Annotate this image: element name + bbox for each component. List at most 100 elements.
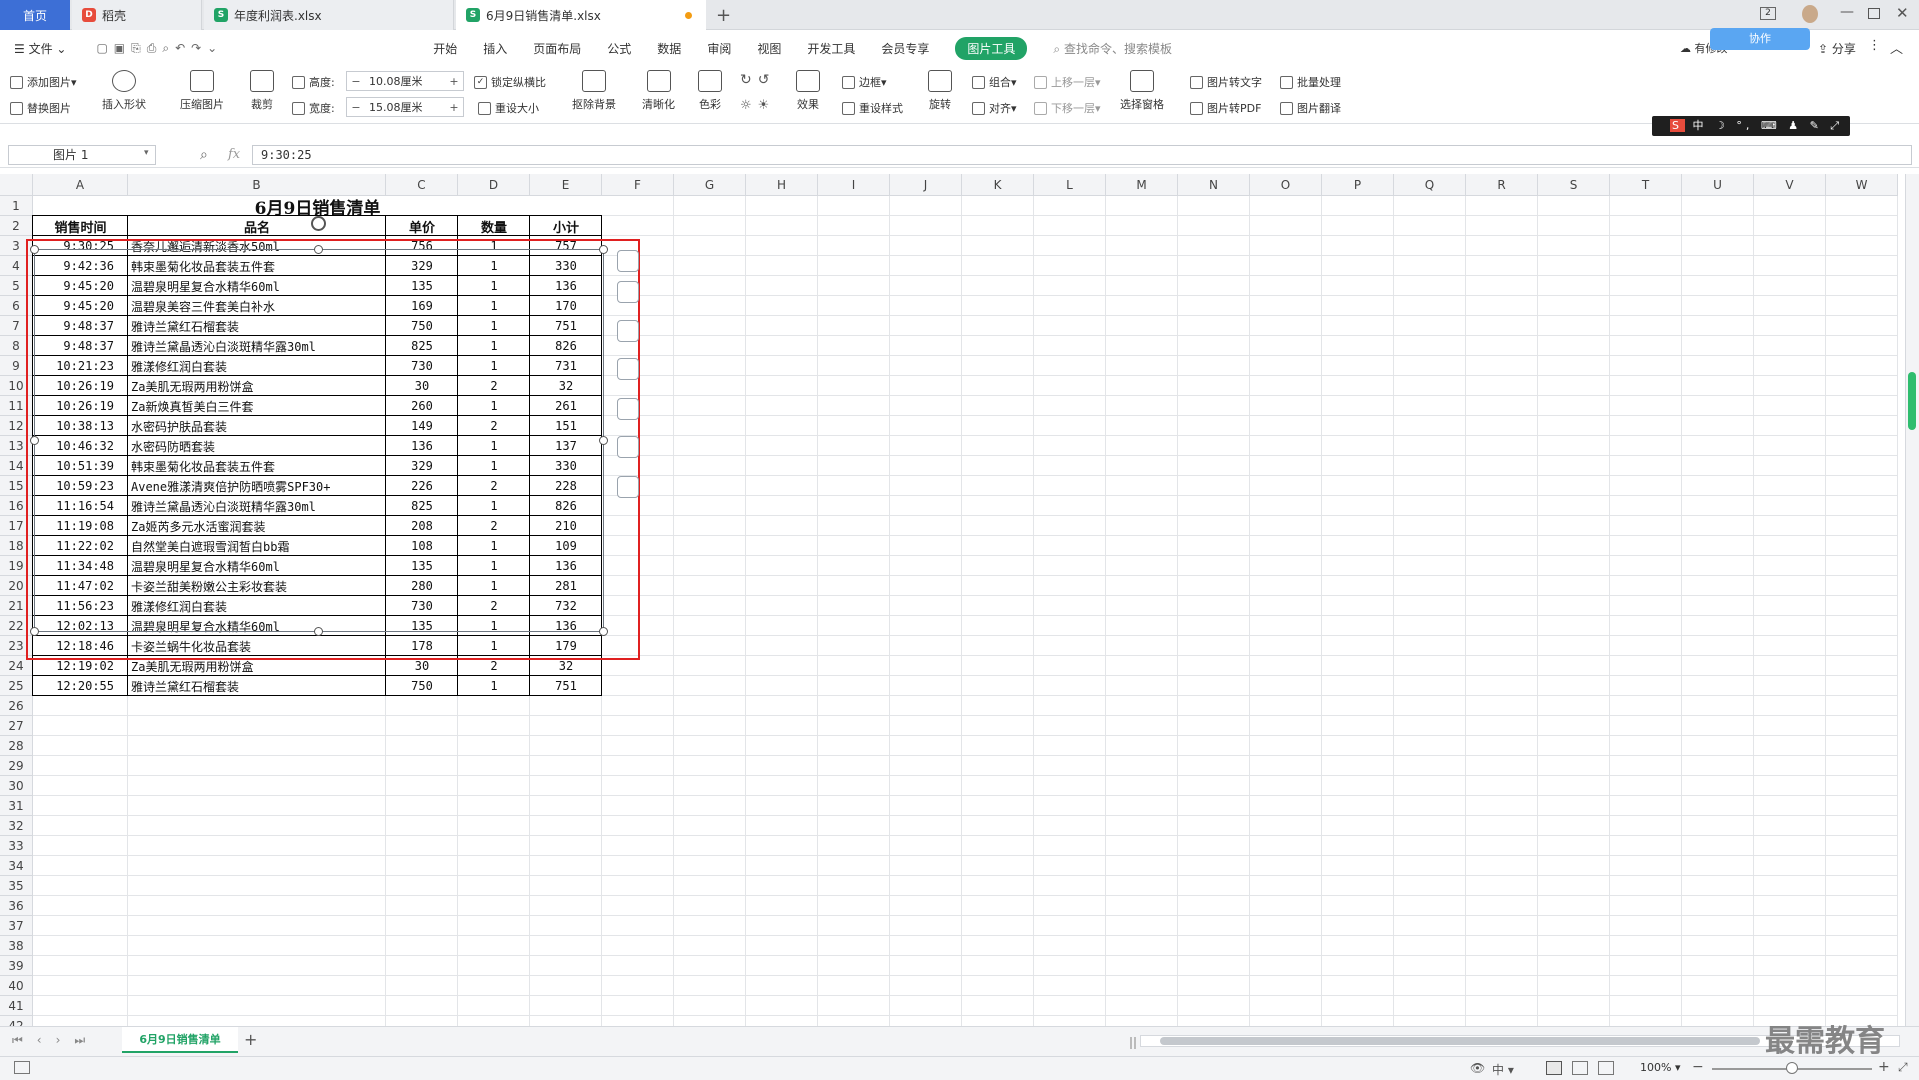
row-header[interactable]: 30: [0, 776, 33, 796]
table-cell[interactable]: 1: [458, 676, 530, 696]
row-header[interactable]: 38: [0, 936, 33, 956]
scrollbar-thumb[interactable]: [1908, 372, 1916, 430]
column-header[interactable]: T: [1610, 174, 1682, 196]
rotate-handle-icon[interactable]: [311, 216, 326, 231]
column-header[interactable]: O: [1250, 174, 1322, 196]
image-translate-button[interactable]: 图片翻译: [1280, 100, 1341, 116]
column-header[interactable]: F: [602, 174, 674, 196]
menu-formulas[interactable]: 公式: [607, 40, 631, 57]
row-header[interactable]: 25: [0, 676, 33, 696]
page-break-view-icon[interactable]: [1598, 1061, 1614, 1075]
row-header[interactable]: 42: [0, 1016, 33, 1026]
column-header[interactable]: C: [386, 174, 458, 196]
row-header[interactable]: 37: [0, 916, 33, 936]
search-command[interactable]: ⌕ 查找命令、搜索模板: [1053, 40, 1172, 57]
table-header-cell[interactable]: 品名: [128, 216, 386, 236]
menu-review[interactable]: 审阅: [707, 40, 731, 57]
table-cell[interactable]: 750: [386, 676, 458, 696]
selection-pane-button[interactable]: 选择窗格: [1120, 70, 1164, 112]
resize-handle[interactable]: [599, 436, 608, 445]
resize-handle[interactable]: [314, 245, 323, 254]
zoom-in-icon[interactable]: [617, 281, 639, 303]
table-cell[interactable]: 751: [530, 676, 602, 696]
normal-view-icon[interactable]: [1546, 1061, 1562, 1075]
row-header[interactable]: 26: [0, 696, 33, 716]
column-header[interactable]: R: [1466, 174, 1538, 196]
avatar[interactable]: [1802, 5, 1818, 23]
menu-member[interactable]: 会员专享: [881, 40, 929, 57]
brightness-icons[interactable]: ☼☀: [740, 98, 775, 113]
column-header[interactable]: H: [746, 174, 818, 196]
menu-picture-tools[interactable]: 图片工具: [955, 36, 1028, 60]
column-header[interactable]: K: [962, 174, 1034, 196]
image-to-text-side-icon[interactable]: [617, 398, 639, 420]
column-header[interactable]: U: [1682, 174, 1754, 196]
row-header[interactable]: 36: [0, 896, 33, 916]
resize-handle[interactable]: [30, 245, 39, 254]
zoom-out-button[interactable]: −: [1692, 1059, 1704, 1075]
vertical-scrollbar[interactable]: [1905, 174, 1919, 1026]
fullscreen-icon[interactable]: ⤢: [1898, 1060, 1908, 1075]
zoom-out-icon[interactable]: [617, 250, 639, 272]
column-header[interactable]: J: [890, 174, 962, 196]
column-header[interactable]: P: [1322, 174, 1394, 196]
view-eye-icon[interactable]: 👁: [1470, 1061, 1485, 1075]
macro-icon[interactable]: [14, 1061, 30, 1074]
window-count-icon[interactable]: 2: [1760, 7, 1776, 20]
sheet-title[interactable]: 6月9日销售清单: [33, 196, 602, 216]
column-header[interactable]: B: [128, 174, 386, 196]
resize-handle[interactable]: [599, 245, 608, 254]
collab-badge[interactable]: 协作: [1710, 28, 1810, 50]
name-box[interactable]: 图片 1: [8, 145, 156, 165]
page-layout-view-icon[interactable]: [1572, 1061, 1588, 1075]
image-to-text-button[interactable]: 图片转文字: [1190, 74, 1262, 90]
chevron-down-icon[interactable]: ▾: [144, 148, 149, 158]
resize-handle[interactable]: [30, 436, 39, 445]
border-button[interactable]: 边框 ▾: [842, 74, 887, 90]
height-stepper[interactable]: −10.08厘米 +: [346, 71, 464, 91]
width-stepper[interactable]: −15.08厘米 +: [346, 97, 464, 117]
rotate-button[interactable]: 旋转: [928, 70, 952, 112]
crop-button[interactable]: 裁剪: [250, 70, 274, 112]
image-to-pdf-button[interactable]: 图片转PDF: [1190, 100, 1261, 116]
row-header[interactable]: 32: [0, 816, 33, 836]
collapse-ribbon-icon[interactable]: ︿: [1890, 38, 1903, 57]
reset-size-button[interactable]: 重设大小: [478, 100, 539, 116]
resize-handle[interactable]: [314, 627, 323, 636]
column-header[interactable]: L: [1034, 174, 1106, 196]
zoom-slider-thumb[interactable]: [1786, 1062, 1798, 1074]
insert-shape-button[interactable]: 插入形状: [102, 70, 146, 112]
restore-icon[interactable]: [1868, 8, 1880, 19]
menu-developer[interactable]: 开发工具: [807, 40, 855, 57]
column-header[interactable]: N: [1178, 174, 1250, 196]
row-header[interactable]: 2: [0, 216, 33, 236]
table-header-cell[interactable]: 小计: [530, 216, 602, 236]
send-backward-button[interactable]: 下移一层 ▾: [1034, 100, 1101, 116]
column-header[interactable]: Q: [1394, 174, 1466, 196]
row-header[interactable]: 34: [0, 856, 33, 876]
image-edit-icon[interactable]: [617, 476, 639, 498]
fx-icon[interactable]: fx: [228, 147, 240, 162]
zoom-level[interactable]: 100% ▾: [1640, 1061, 1680, 1074]
row-header[interactable]: 39: [0, 956, 33, 976]
column-header[interactable]: G: [674, 174, 746, 196]
file-menu[interactable]: ☰ 文件 ⌄: [14, 40, 66, 57]
menu-insert[interactable]: 插入: [483, 40, 507, 57]
bring-forward-button[interactable]: 上移一层 ▾: [1034, 74, 1101, 90]
formula-input[interactable]: 9:30:25: [252, 145, 1912, 165]
table-header-cell[interactable]: 单价: [386, 216, 458, 236]
sharpen-button[interactable]: 清晰化: [642, 70, 675, 112]
tab-annual-profit[interactable]: S 年度利润表.xlsx: [204, 0, 454, 30]
bulb-icon[interactable]: [617, 358, 639, 380]
sheet-nav-arrows[interactable]: ⏮‹›⏭: [12, 1033, 99, 1048]
new-tab-icon[interactable]: +: [716, 5, 731, 26]
effect-button[interactable]: 效果: [796, 70, 820, 112]
ime-toolbar[interactable]: S 中 ☽ °, ⌨ ♟ ✎ ⤢ ⌄: [1652, 116, 1850, 152]
row-header[interactable]: 28: [0, 736, 33, 756]
row-header[interactable]: 41: [0, 996, 33, 1016]
copy-image-icon[interactable]: [617, 436, 639, 458]
menu-home[interactable]: 开始: [433, 40, 457, 57]
more-icon[interactable]: ⋮: [1868, 38, 1881, 53]
group-button[interactable]: 组合 ▾: [972, 74, 1017, 90]
row-header[interactable]: 29: [0, 756, 33, 776]
